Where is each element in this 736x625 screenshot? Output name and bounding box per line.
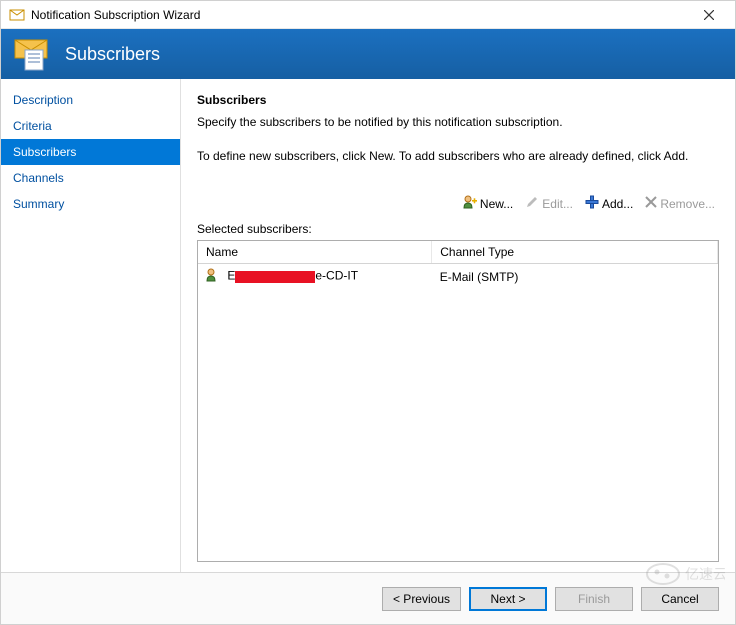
window-title: Notification Subscription Wizard (31, 8, 691, 22)
page-heading: Subscribers (197, 93, 719, 107)
content-area: Description Criteria Subscribers Channel… (1, 79, 735, 572)
previous-button[interactable]: < Previous (382, 587, 461, 611)
nav-item-criteria[interactable]: Criteria (1, 113, 180, 139)
main-panel: Subscribers Specify the subscribers to b… (181, 79, 735, 572)
page-description: Specify the subscribers to be notified b… (197, 115, 719, 129)
remove-label: Remove... (660, 197, 715, 211)
banner: Subscribers (1, 29, 735, 79)
nav-panel: Description Criteria Subscribers Channel… (1, 79, 181, 572)
new-label: New... (480, 197, 513, 211)
finish-button: Finish (555, 587, 633, 611)
add-button[interactable]: Add... (581, 193, 637, 214)
row-name-prefix: E (227, 269, 235, 283)
row-name-suffix: e-CD-IT (315, 269, 358, 283)
nav-item-summary[interactable]: Summary (1, 191, 180, 217)
remove-button: Remove... (641, 193, 719, 214)
title-bar: Notification Subscription Wizard (1, 1, 735, 29)
subscriber-icon (206, 268, 220, 285)
toolbar: New... Edit... Add... Remove... (197, 193, 719, 214)
x-icon (645, 196, 657, 211)
selected-subscribers-label: Selected subscribers: (197, 222, 719, 236)
table-row[interactable]: Ee-CD-IT E-Mail (SMTP) (198, 264, 718, 290)
new-button[interactable]: New... (459, 193, 517, 214)
col-name[interactable]: Name (198, 241, 432, 264)
wizard-icon (9, 7, 25, 23)
cancel-button[interactable]: Cancel (641, 587, 719, 611)
banner-title: Subscribers (65, 44, 160, 65)
page-hint: To define new subscribers, click New. To… (197, 149, 719, 163)
nav-item-subscribers[interactable]: Subscribers (1, 139, 180, 165)
pencil-icon (525, 195, 539, 212)
person-plus-icon (463, 195, 477, 212)
close-button[interactable] (691, 3, 727, 27)
next-button[interactable]: Next > (469, 587, 547, 611)
plus-icon (585, 195, 599, 212)
subscribers-table-wrap[interactable]: Name Channel Type Ee-CD-IT E-Mail (SMTP) (197, 240, 719, 562)
edit-button: Edit... (521, 193, 577, 214)
banner-icon (11, 36, 53, 72)
subscribers-table: Name Channel Type Ee-CD-IT E-Mail (SMTP) (198, 241, 718, 289)
redacted-segment (235, 271, 315, 283)
add-label: Add... (602, 197, 633, 211)
edit-label: Edit... (542, 197, 573, 211)
col-channel-type[interactable]: Channel Type (432, 241, 718, 264)
nav-item-channels[interactable]: Channels (1, 165, 180, 191)
row-channel: E-Mail (SMTP) (432, 264, 718, 290)
nav-item-description[interactable]: Description (1, 87, 180, 113)
wizard-footer: < Previous Next > Finish Cancel (1, 572, 735, 624)
